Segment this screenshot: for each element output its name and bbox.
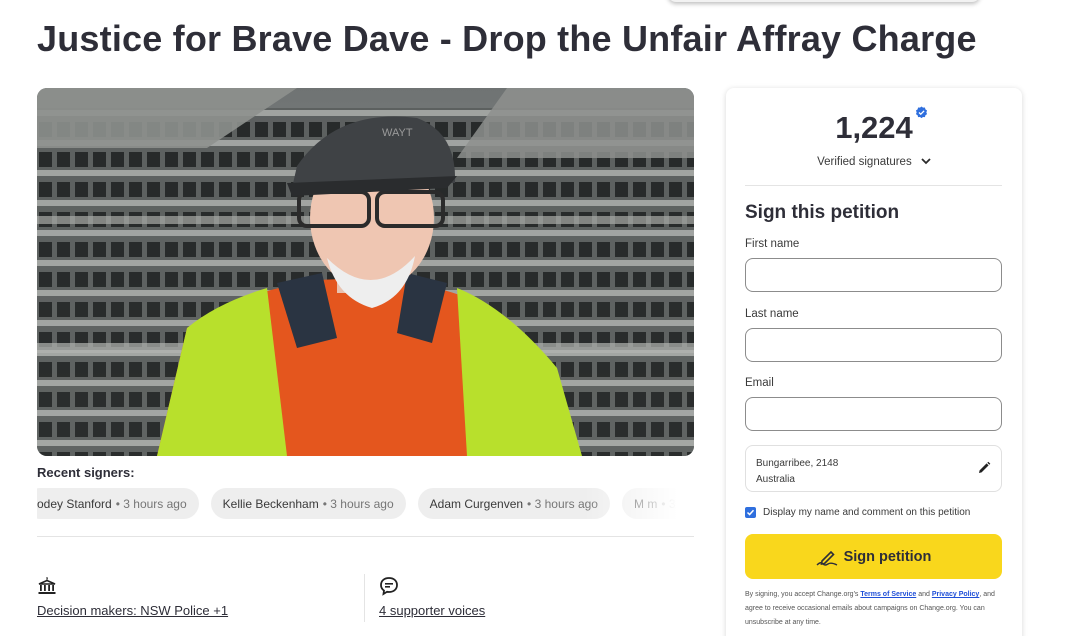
signer-time: 3 hours ago [668,496,694,511]
location-box[interactable]: Bungarribee, 2148 Australia [745,445,1002,492]
petition-hero-image: WAYT [37,88,694,456]
info-separator [364,574,365,622]
email-label: Email [745,377,774,389]
top-floating-bar [668,0,980,2]
sign-petition-label: Sign petition [843,548,932,565]
location-city: Bungarribee, 2148 [756,458,839,469]
signer-time: 3 hours ago [123,496,187,511]
supporter-voices-link[interactable]: 4 supporter voices [379,603,485,618]
verified-signatures-label: Verified signatures [817,156,912,168]
sign-petition-card: 1,224 Verified signatures Sign this peti… [726,88,1022,636]
pencil-edit-icon[interactable] [977,461,991,475]
last-name-label: Last name [745,308,799,320]
signature-pen-icon [816,550,837,566]
first-name-field[interactable] [745,258,1002,292]
verified-signatures-toggle[interactable]: Verified signatures [726,156,1022,168]
display-name-consent[interactable]: Display my name and comment on this peti… [745,507,970,518]
last-name-field[interactable] [745,328,1002,362]
signer-name: odey Stanford [37,496,112,511]
signer-time: 3 hours ago [534,496,598,511]
section-divider [37,536,694,537]
signer-name: Adam Curgenven [429,496,524,511]
page-title: Justice for Brave Dave - Drop the Unfair… [37,18,977,59]
chat-bubble-icon [380,577,398,596]
signer-time: 3 hours ago [330,496,394,511]
sign-petition-button[interactable]: Sign petition [745,534,1002,579]
sign-petition-heading: Sign this petition [745,202,900,223]
consent-checkbox[interactable] [745,507,756,518]
location-country: Australia [756,474,795,485]
verified-badge-icon [915,106,927,119]
signer-chip: Kellie Beckenham • 3 hours ago [210,488,406,519]
recent-signers-carousel[interactable]: odey Stanford • 3 hours ago Kellie Becke… [37,488,694,520]
chevron-down-icon [921,158,931,165]
email-field[interactable] [745,397,1002,431]
signer-name: Kellie Beckenham [222,496,319,511]
signer-chip: Adam Curgenven • 3 hours ago [417,488,610,519]
privacy-policy-link[interactable]: Privacy Policy [932,591,979,598]
terms-of-service-link[interactable]: Terms of Service [860,591,916,598]
legal-disclaimer: By signing, you accept Change.org's Term… [745,591,995,626]
decision-makers-link[interactable]: Decision makers: NSW Police +1 [37,603,228,618]
recent-signers-label: Recent signers: [37,465,135,480]
decision-makers-block: Decision makers: NSW Police +1 [37,576,228,620]
consent-label: Display my name and comment on this peti… [763,507,971,518]
signer-chip: odey Stanford • 3 hours ago [37,488,199,519]
government-building-icon [38,577,56,594]
svg-text:WAYT: WAYT [382,127,413,139]
first-name-label: First name [745,238,800,250]
card-divider [745,185,1002,186]
signature-count: 1,224 [835,106,927,146]
supporter-voices-block: 4 supporter voices [379,576,485,620]
signer-name: M m [633,496,658,511]
signer-chip: M m • 3 hours ago [621,488,694,519]
